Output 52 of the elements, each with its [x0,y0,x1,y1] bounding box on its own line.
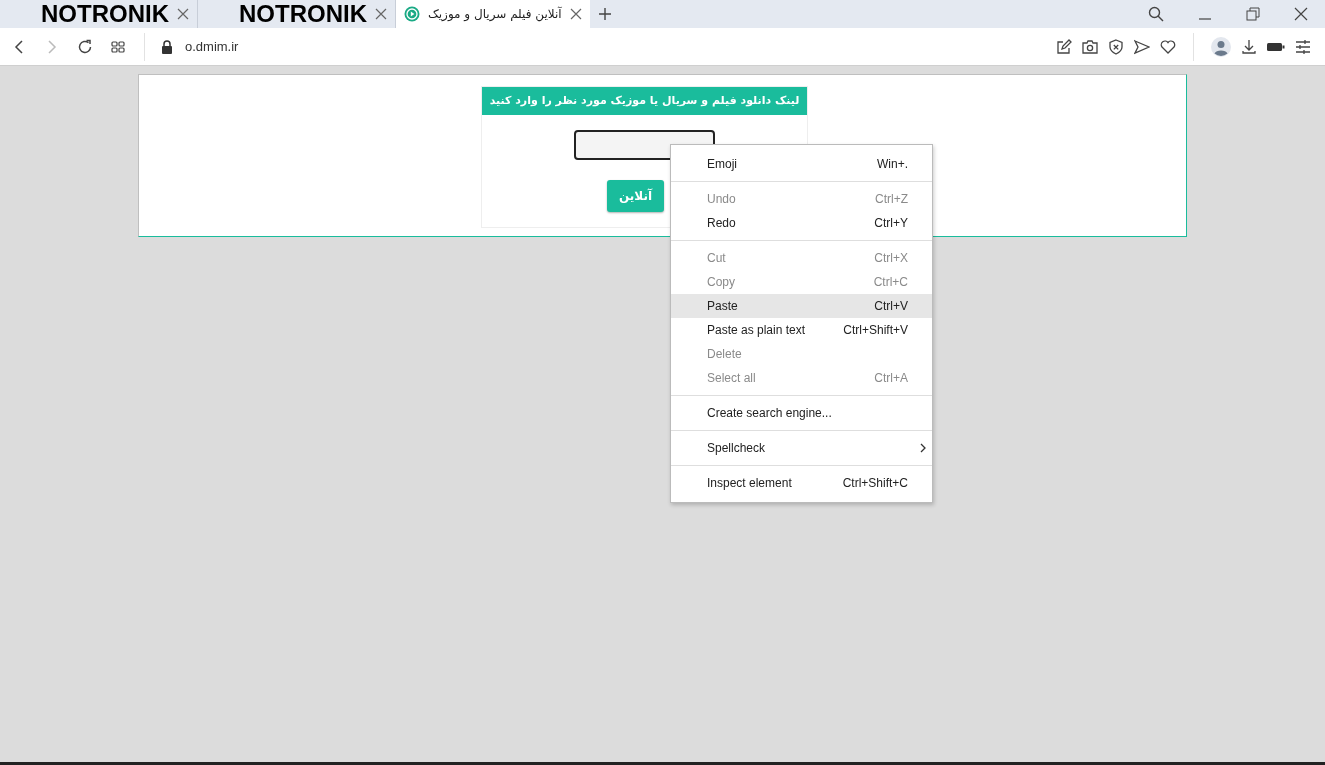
browser-tab[interactable]: آنلاین فیلم سریال و موزیک [396,0,590,28]
menu-label: Redo [707,216,737,230]
reload-icon[interactable] [77,38,93,55]
menu-label: Paste as plain text [707,323,807,337]
address-field[interactable]: o.dmim.ir [185,39,239,54]
menu-shortcut: Win+. [877,157,908,171]
menu-item[interactable]: Paste Ctrl+V [671,294,932,318]
menu-shortcut: Ctrl+V [874,299,908,313]
menu-label: Undo [707,192,737,206]
menu-shortcut: Ctrl+X [874,251,908,265]
menu-label: Emoji [707,157,738,171]
menu-label: Delete [707,347,743,361]
menu-shortcut: Ctrl+Y [874,216,908,230]
menu-label: Spellcheck [707,441,767,455]
form-heading: لینک دانلود فیلم و سریال یا موزیک مورد نظر را وارد کنید [482,87,807,115]
close-icon[interactable] [1294,7,1308,21]
menu-item[interactable]: Redo Ctrl+Y [671,211,932,235]
menu-label: Create search engine... [707,406,833,420]
avatar-icon[interactable] [1211,36,1231,57]
menu-item[interactable]: Emoji Win+. [671,152,932,176]
close-icon[interactable] [569,8,582,20]
menu-label: Cut [707,251,727,265]
grid-icon[interactable] [110,38,126,55]
camera-icon[interactable] [1082,38,1098,55]
play-icon [404,6,420,22]
send-icon[interactable] [1134,38,1150,55]
chevron-icon [920,443,926,453]
menu-item[interactable]: Spellcheck [671,436,932,460]
close-icon[interactable] [177,8,189,20]
new-tab-icon[interactable] [597,7,612,21]
menu-shortcut: Ctrl+Shift+C [842,476,908,490]
settings-icon[interactable] [1295,38,1311,55]
search-icon[interactable] [1148,6,1164,22]
battery-icon [1267,41,1285,52]
menu-label: Copy [707,275,736,289]
shield-icon[interactable] [1108,38,1124,55]
lock-icon [161,39,173,54]
menu-label: Select all [707,371,757,385]
menu-shortcut: Ctrl+A [874,371,908,385]
menu-item[interactable]: Create search engine... [671,401,932,425]
menu-item[interactable]: Inspect element Ctrl+Shift+C [671,471,932,495]
close-icon[interactable] [375,8,387,20]
menu-shortcut: Ctrl+Shift+V [843,323,908,337]
heart-icon[interactable] [1160,38,1176,55]
menu-label: Inspect element [707,476,793,490]
menu-item[interactable]: Paste as plain text Ctrl+Shift+V [671,318,932,342]
restore-icon[interactable] [1246,7,1260,21]
menu-shortcut: Ctrl+Z [875,192,908,206]
menu-shortcut: Ctrl+C [873,275,908,289]
edit-icon[interactable] [1056,38,1072,55]
menu-label: Paste [707,299,739,313]
download-icon[interactable] [1241,38,1257,55]
